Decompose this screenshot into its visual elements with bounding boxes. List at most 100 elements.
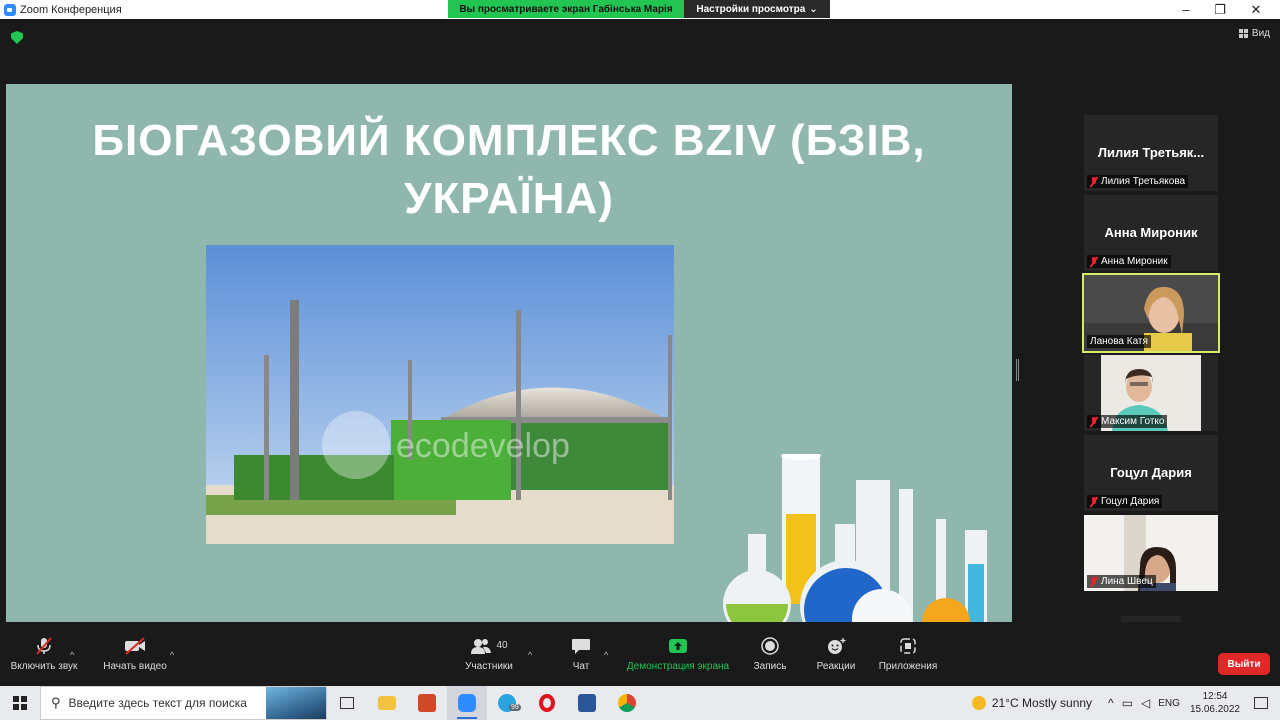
participant-tile[interactable]: Максим Готко	[1084, 355, 1218, 431]
unmute-label: Включить звук	[10, 660, 78, 672]
photo-watermark: ecodevelop	[396, 427, 570, 465]
reactions-button[interactable]: Реакции	[812, 622, 860, 686]
participants-count: 40	[496, 640, 508, 651]
chevron-down-icon: ⌄	[809, 3, 818, 15]
chat-bubble-icon	[572, 638, 590, 654]
camera-off-icon	[125, 636, 145, 655]
windows-taskbar: ⚲ Введите здесь текст для поиска 99 21°C…	[0, 686, 1280, 720]
participant-tile[interactable]: Гоцул Дария Гоцул Дария	[1084, 435, 1218, 511]
mic-muted-icon	[1090, 496, 1098, 507]
window-title: Zoom Конференция	[20, 3, 122, 16]
record-button[interactable]: Запись	[748, 622, 792, 686]
clock-date: 15.06.2022	[1189, 704, 1240, 715]
opera-icon[interactable]	[527, 686, 567, 720]
meeting-area: Вид БІОГАЗОВИЙ КОМПЛЕКС BZIV (БЗІВ, УКРА…	[0, 19, 1280, 642]
maximize-icon[interactable]: ❐	[1202, 0, 1238, 19]
screen-share-banner: Вы просматриваете экран Габінська Марія	[448, 0, 684, 18]
participant-tile[interactable]: Анна Мироник Анна Мироник	[1084, 195, 1218, 271]
participants-button[interactable]: 40 Участники	[458, 622, 520, 686]
participant-tile-active-speaker[interactable]: Ланова Катя	[1082, 273, 1220, 353]
windows-start-button[interactable]	[0, 686, 40, 720]
participant-label: Лина Швец	[1087, 575, 1156, 588]
participant-label-text: Максим Готко	[1101, 416, 1165, 427]
participant-tile[interactable]: Лина Швец	[1084, 515, 1218, 591]
chevron-up-icon[interactable]: ^	[1108, 696, 1114, 710]
reactions-label: Реакции	[816, 660, 856, 672]
view-button-label: Вид	[1251, 28, 1270, 39]
slide-title: БІОГАЗОВИЙ КОМПЛЕКС BZIV (БЗІВ, УКРАЇНА)	[6, 112, 1012, 228]
file-explorer-icon[interactable]	[367, 686, 407, 720]
participant-label: Гоцул Дария	[1087, 495, 1163, 508]
meeting-toolbar: Включить звук ^ Начать видео ^ 40 Участн…	[0, 622, 1280, 686]
weather-text[interactable]: 21°C Mostly sunny	[992, 696, 1092, 710]
word-icon[interactable]	[567, 686, 607, 720]
video-options-caret-icon[interactable]: ^	[170, 650, 174, 660]
search-icon: ⚲	[51, 695, 61, 710]
start-video-button[interactable]: Начать видео	[98, 622, 172, 686]
participants-icon	[471, 638, 492, 654]
participant-label: Анна Мироник	[1087, 255, 1171, 268]
participant-label: Лилия Третьякова	[1087, 175, 1189, 188]
participant-label: Ланова Катя	[1087, 335, 1151, 348]
view-button[interactable]: Вид	[1238, 28, 1270, 39]
mic-muted-icon	[1090, 576, 1098, 587]
leave-meeting-button[interactable]: Выйти	[1218, 653, 1270, 675]
telegram-icon[interactable]: 99	[487, 686, 527, 720]
taskbar-clock[interactable]: 12:54 15.06.2022	[1190, 690, 1240, 716]
system-tray: 21°C Mostly sunny ^ ▭ ◁ ENG 12:54 15.06.…	[971, 686, 1280, 720]
notifications-icon[interactable]	[1254, 697, 1268, 709]
record-label: Запись	[753, 660, 787, 672]
participants-label: Участники	[465, 660, 513, 672]
participant-label-text: Ланова Катя	[1090, 336, 1148, 347]
apps-button[interactable]: Приложения	[876, 622, 940, 686]
language-indicator[interactable]: ENG	[1158, 698, 1180, 709]
grid-icon	[1238, 29, 1248, 38]
participant-label-text: Гоцул Дария	[1101, 496, 1160, 507]
participant-display-name: Лилия Третьяк...	[1097, 145, 1205, 160]
taskbar-search-box[interactable]: ⚲ Введите здесь текст для поиска	[40, 686, 327, 720]
participant-label-text: Анна Мироник	[1101, 256, 1168, 267]
close-icon[interactable]: ✕	[1238, 0, 1274, 19]
slide-title-line1: БІОГАЗОВИЙ КОМПЛЕКС BZIV (БЗІВ,	[92, 116, 926, 165]
zoom-taskbar-icon[interactable]	[447, 686, 487, 720]
security-shield-icon[interactable]	[11, 31, 23, 44]
participant-label: Максим Готко	[1087, 415, 1168, 428]
mic-muted-icon	[1090, 176, 1098, 187]
participant-display-name: Гоцул Дария	[1110, 465, 1192, 480]
clock-time: 12:54	[1202, 691, 1228, 702]
chat-button[interactable]: Чат	[560, 622, 602, 686]
share-screen-label: Демонстрация экрана	[626, 660, 730, 672]
apps-icon	[900, 637, 916, 654]
participant-label-text: Лина Швец	[1101, 576, 1153, 587]
participant-tile[interactable]: Лилия Третьяк... Лилия Третьякова	[1084, 115, 1218, 191]
participant-label-text: Лилия Третьякова	[1101, 176, 1186, 187]
share-screen-icon	[669, 638, 687, 653]
chrome-icon[interactable]	[607, 686, 647, 720]
audio-options-caret-icon[interactable]: ^	[70, 650, 74, 660]
chat-options-caret-icon[interactable]: ^	[604, 650, 608, 660]
telegram-unread-badge: 99	[509, 704, 521, 711]
network-icon[interactable]: ▭	[1122, 696, 1133, 710]
weather-sun-icon	[971, 696, 986, 710]
mic-muted-icon	[1090, 256, 1098, 267]
windows-logo-icon	[13, 696, 27, 710]
mic-muted-icon	[1090, 416, 1098, 427]
volume-muted-icon[interactable]: ◁	[1141, 696, 1150, 710]
participants-options-caret-icon[interactable]: ^	[528, 650, 532, 660]
slide-title-line2: УКРАЇНА)	[404, 174, 614, 223]
minimize-icon[interactable]: –	[1168, 0, 1204, 19]
panel-resize-handle[interactable]	[1016, 359, 1019, 381]
share-screen-button[interactable]: Демонстрация экрана	[622, 622, 734, 686]
lab-flasks-illustration	[723, 454, 987, 622]
shared-screen-slide: БІОГАЗОВИЙ КОМПЛЕКС BZIV (БЗІВ, УКРАЇНА)	[6, 84, 1012, 622]
view-options-button[interactable]: Настройки просмотра ⌄	[684, 0, 830, 18]
search-highlight-image	[266, 687, 326, 719]
apps-label: Приложения	[878, 660, 938, 672]
microphone-muted-icon	[36, 636, 52, 655]
powerpoint-icon[interactable]	[407, 686, 447, 720]
view-options-label: Настройки просмотра	[696, 3, 806, 15]
record-icon	[761, 636, 779, 655]
task-view-icon[interactable]	[327, 686, 367, 720]
participant-display-name: Анна Мироник	[1104, 225, 1198, 240]
start-video-label: Начать видео	[103, 660, 167, 672]
